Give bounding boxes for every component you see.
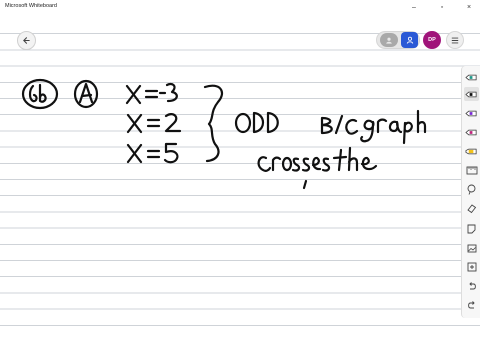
pen-teal-tool[interactable] <box>464 70 479 84</box>
whiteboard-canvas[interactable] <box>0 16 480 338</box>
insert-tool[interactable] <box>464 260 479 274</box>
highlighter-tool[interactable] <box>464 144 479 158</box>
close-button[interactable]: × <box>463 2 475 13</box>
undo-button[interactable] <box>464 279 479 293</box>
redo-icon <box>467 301 475 309</box>
back-button[interactable] <box>17 31 36 50</box>
minimize-button[interactable]: – <box>408 2 420 13</box>
app-title: Microsoft Whiteboard <box>5 3 57 9</box>
pen-black-tool[interactable] <box>464 87 479 101</box>
person-icon <box>406 36 413 44</box>
ink-layer <box>21 78 427 190</box>
share-icon <box>386 37 392 44</box>
pen-icon <box>465 74 477 80</box>
pen-purple-tool[interactable] <box>464 106 479 120</box>
lasso-icon <box>467 184 476 195</box>
pen-icon <box>465 129 477 135</box>
pen-icon <box>465 110 477 116</box>
redo-button[interactable] <box>464 298 479 312</box>
ink-brace <box>203 84 223 163</box>
add-icon <box>467 262 476 272</box>
ink-odd <box>234 111 279 134</box>
ink-x-eq-neg3 <box>125 82 178 105</box>
ink-toolbar <box>461 66 480 318</box>
highlighter-icon <box>465 148 477 154</box>
ink-bc-graph <box>320 109 427 145</box>
eraser-tool[interactable] <box>464 201 479 215</box>
ink-x-eq-5 <box>126 142 179 164</box>
ink-x-eq-2 <box>126 113 182 134</box>
add-note-tool[interactable] <box>464 222 479 236</box>
pen-icon <box>465 91 477 97</box>
ruler-icon <box>466 166 477 174</box>
eraser-icon <box>467 203 477 213</box>
hamburger-icon <box>451 37 459 43</box>
pen-magenta-tool[interactable] <box>464 125 479 139</box>
maximize-button[interactable]: ▫ <box>436 2 448 13</box>
invite-button[interactable] <box>401 32 418 48</box>
title-bar: Microsoft Whiteboard – ▫ × <box>0 0 480 17</box>
share-toggle[interactable] <box>380 33 398 47</box>
lasso-tool[interactable] <box>464 182 479 196</box>
undo-icon <box>468 282 476 290</box>
ruler-tool[interactable] <box>464 163 479 177</box>
image-icon <box>467 244 476 252</box>
ink-circled-a <box>73 79 99 109</box>
note-icon <box>467 224 476 234</box>
back-arrow-icon <box>23 37 30 44</box>
settings-menu-button[interactable] <box>446 31 464 49</box>
add-image-tool[interactable] <box>464 241 479 255</box>
avatar[interactable]: DP <box>423 31 441 49</box>
ink-circled-6b <box>21 78 59 110</box>
ink-crosses-the <box>257 146 378 190</box>
